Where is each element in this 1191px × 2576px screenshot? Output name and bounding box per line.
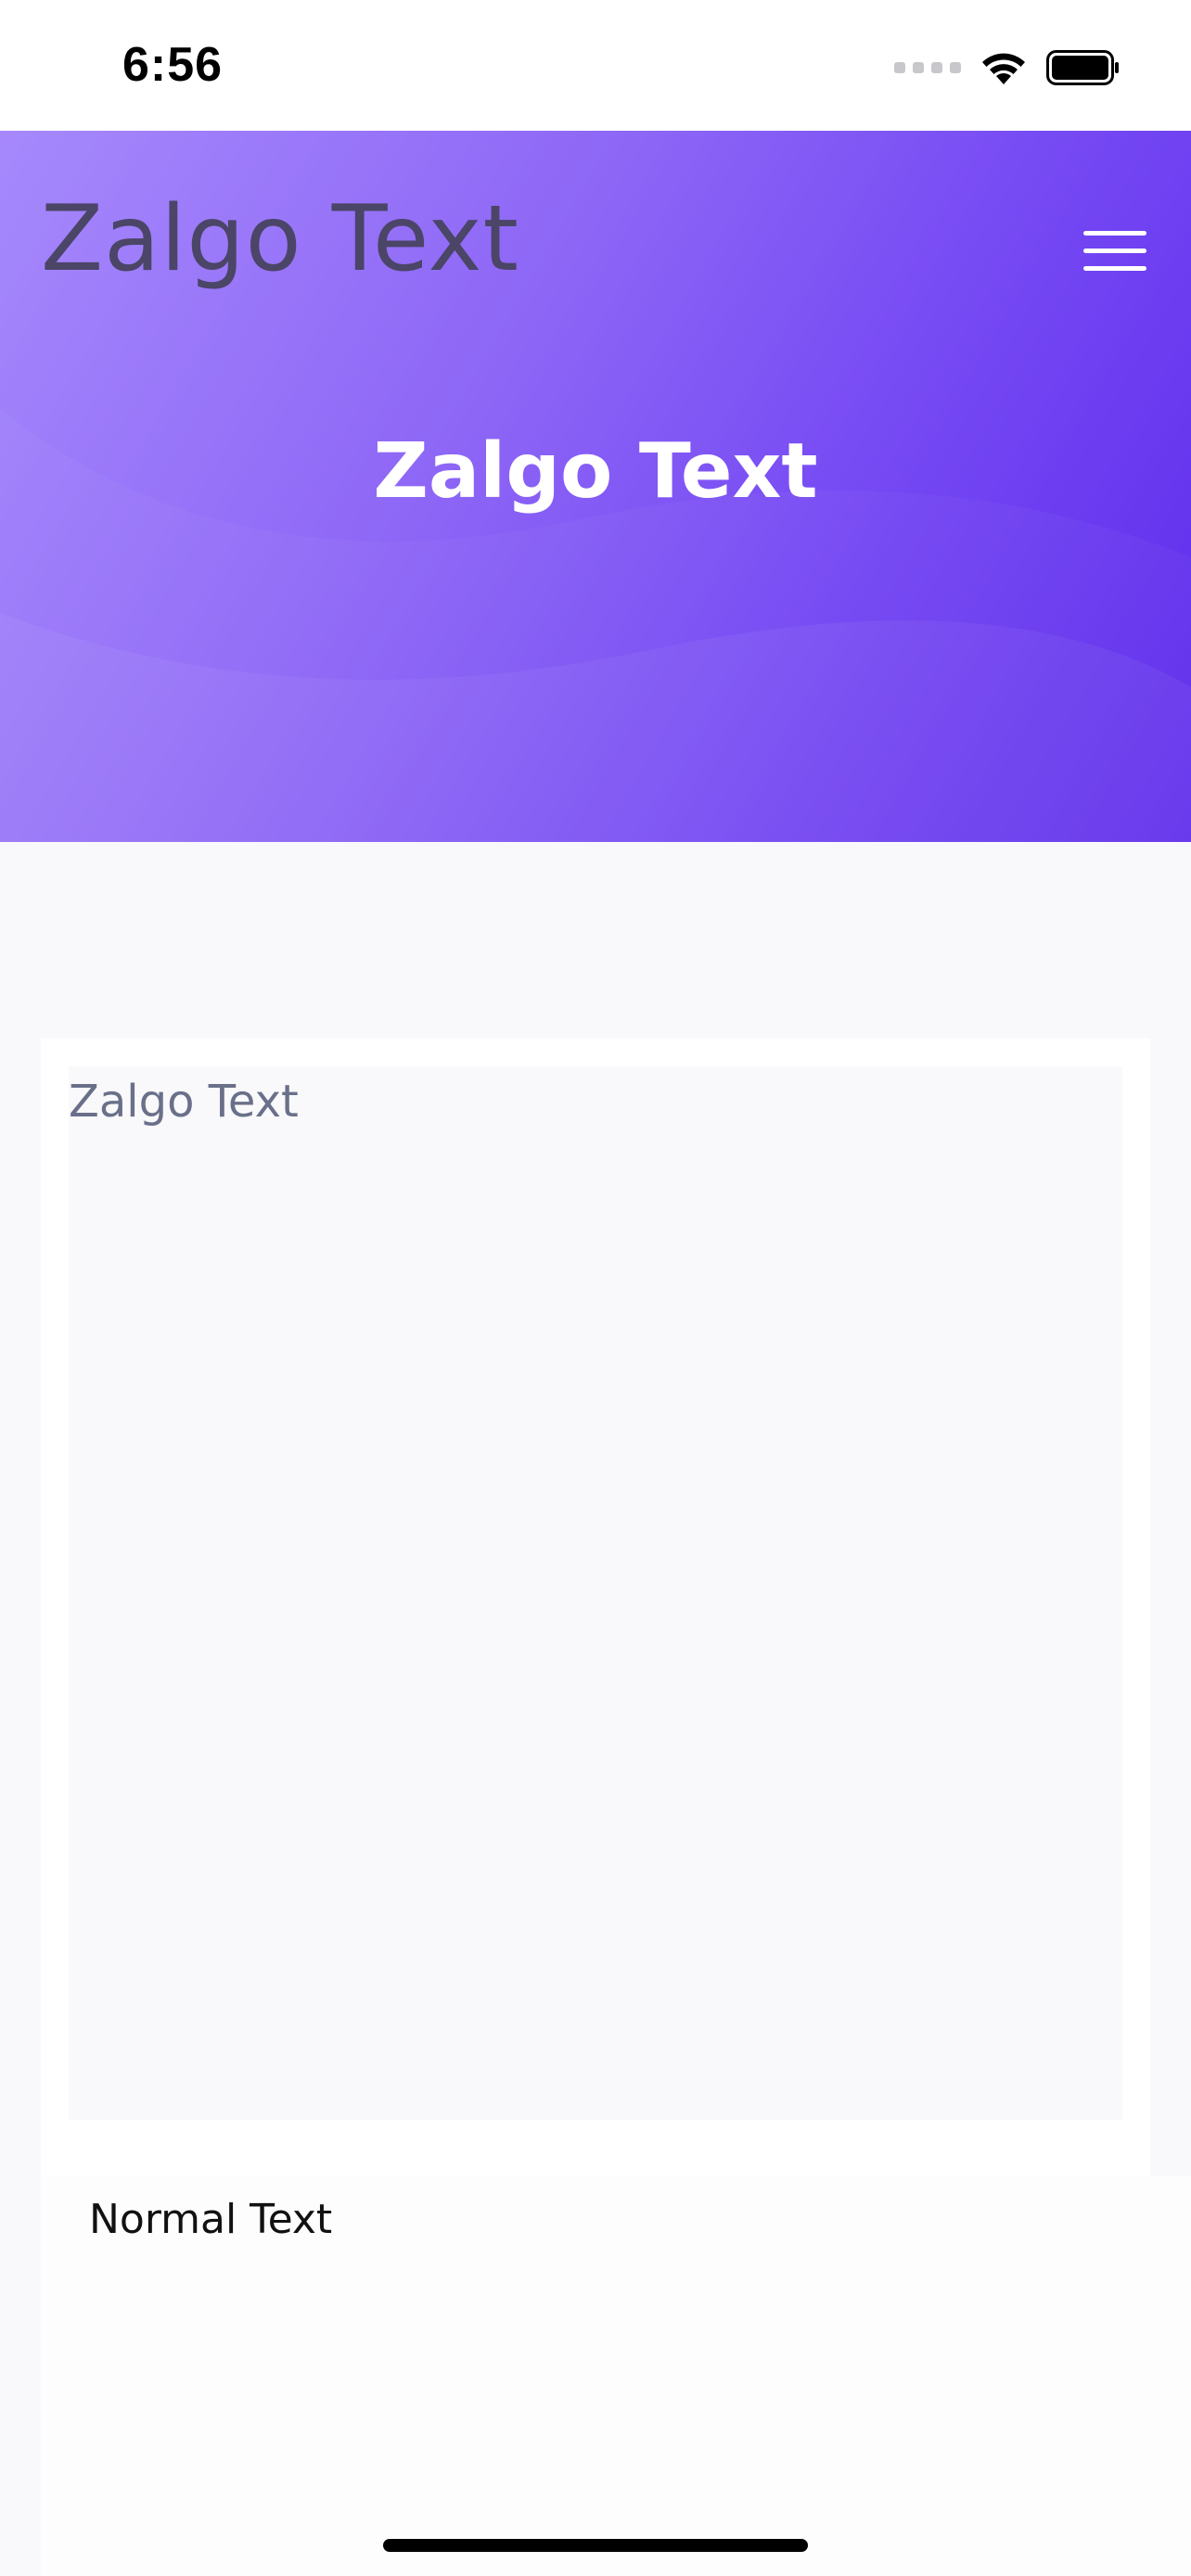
hero-header: Zalgo Text Zalgo Text xyxy=(0,131,1191,842)
status-time: 6:56 xyxy=(122,38,224,92)
status-icons xyxy=(894,45,1121,91)
hamburger-menu-icon[interactable] xyxy=(1083,229,1146,272)
status-bar: 6:56 xyxy=(0,0,1191,131)
brand-logo[interactable]: Zalgo Text xyxy=(41,186,519,292)
screen: 6:56 Zalgo Text Zalgo Text Zalgo Text No… xyxy=(0,0,1191,2576)
cellular-signal-icon xyxy=(894,62,961,73)
home-indicator xyxy=(383,2539,808,2552)
zalgo-text-input[interactable] xyxy=(69,1066,1122,2120)
battery-icon xyxy=(1046,50,1119,85)
normal-text-label: Normal Text xyxy=(89,2196,333,2243)
hero-title: Zalgo Text xyxy=(373,427,818,516)
converter-card: Normal Text xyxy=(41,1039,1191,2576)
wifi-icon xyxy=(982,53,1025,84)
